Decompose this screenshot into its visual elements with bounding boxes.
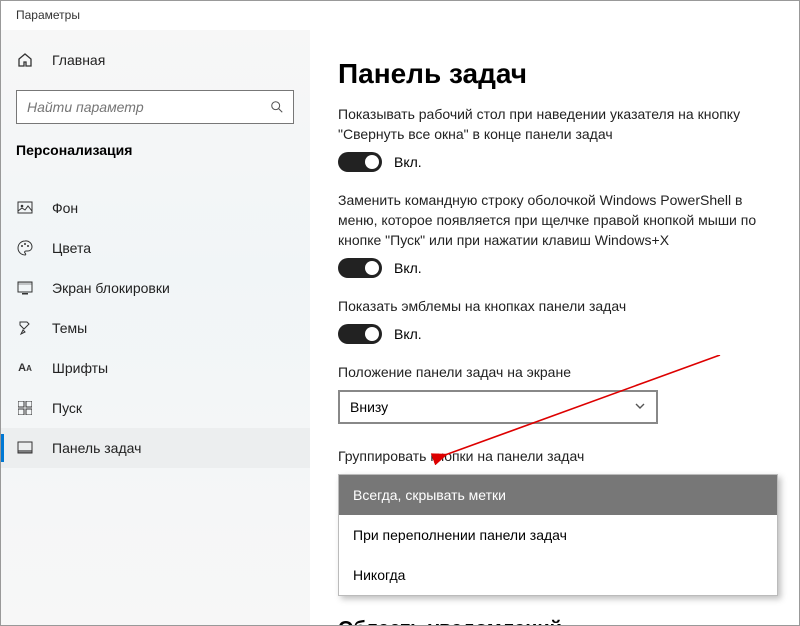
sidebar-item-label: Панель задач xyxy=(52,440,141,456)
start-icon xyxy=(16,399,34,417)
search-box[interactable] xyxy=(16,90,294,124)
chevron-down-icon xyxy=(634,399,646,415)
toggle-badges-state: Вкл. xyxy=(394,326,422,342)
page-title: Панель задач xyxy=(338,58,772,90)
setting-powershell-row: Вкл. xyxy=(338,258,772,278)
sidebar-item-label: Пуск xyxy=(52,400,82,416)
toggle-powershell-state: Вкл. xyxy=(394,260,422,276)
toggle-powershell[interactable] xyxy=(338,258,382,278)
dropdown-option-never[interactable]: Никогда xyxy=(339,555,777,595)
window-title: Параметры xyxy=(16,8,80,22)
palette-icon xyxy=(16,239,34,257)
picture-icon xyxy=(16,199,34,217)
sidebar-item-fonts[interactable]: AA Шрифты xyxy=(0,348,310,388)
toggle-badges[interactable] xyxy=(338,324,382,344)
sidebar-section-heading: Персонализация xyxy=(0,142,310,170)
combo-value: Внизу xyxy=(350,399,388,415)
group-buttons-dropdown: Всегда, скрывать метки При переполнении … xyxy=(338,474,778,596)
main-pane: Панель задач Показывать рабочий стол при… xyxy=(310,30,800,626)
window-title-bar: Параметры xyxy=(0,0,800,30)
sidebar-item-label: Шрифты xyxy=(52,360,108,376)
lockscreen-icon xyxy=(16,279,34,297)
fonts-icon: AA xyxy=(16,359,34,377)
taskbar-position-combo[interactable]: Внизу xyxy=(338,390,658,424)
sidebar-item-background[interactable]: Фон xyxy=(0,188,310,228)
sidebar-item-label: Экран блокировки xyxy=(52,280,170,296)
sidebar: Главная Персонализация Фон Цвета xyxy=(0,30,310,626)
sidebar-item-colors[interactable]: Цвета xyxy=(0,228,310,268)
setting-badges-label: Показать эмблемы на кнопках панели задач xyxy=(338,296,768,316)
sidebar-item-label: Фон xyxy=(52,200,78,216)
sidebar-home[interactable]: Главная xyxy=(0,40,310,80)
setting-peek-label: Показывать рабочий стол при наведении ук… xyxy=(338,104,768,144)
search-input[interactable] xyxy=(17,99,261,115)
group-buttons-label: Группировать кнопки на панели задач xyxy=(338,446,768,466)
sidebar-item-start[interactable]: Пуск xyxy=(0,388,310,428)
notification-area-heading: Область уведомлений xyxy=(338,618,772,626)
search-container xyxy=(16,90,294,124)
dropdown-option-when-full[interactable]: При переполнении панели задач xyxy=(339,515,777,555)
search-icon xyxy=(261,100,293,114)
home-icon xyxy=(16,51,34,69)
setting-badges-row: Вкл. xyxy=(338,324,772,344)
sidebar-item-themes[interactable]: Темы xyxy=(0,308,310,348)
dropdown-list: Всегда, скрывать метки При переполнении … xyxy=(338,474,778,596)
sidebar-item-taskbar[interactable]: Панель задач xyxy=(0,428,310,468)
sidebar-home-label: Главная xyxy=(52,52,105,68)
sidebar-item-label: Темы xyxy=(52,320,87,336)
toggle-peek-state: Вкл. xyxy=(394,154,422,170)
toggle-peek[interactable] xyxy=(338,152,382,172)
themes-icon xyxy=(16,319,34,337)
taskbar-position-label: Положение панели задач на экране xyxy=(338,362,768,382)
sidebar-item-label: Цвета xyxy=(52,240,91,256)
dropdown-option-always-hide[interactable]: Всегда, скрывать метки xyxy=(339,475,777,515)
taskbar-icon xyxy=(16,439,34,457)
sidebar-item-lockscreen[interactable]: Экран блокировки xyxy=(0,268,310,308)
content-area: Главная Персонализация Фон Цвета xyxy=(0,30,800,626)
setting-peek-row: Вкл. xyxy=(338,152,772,172)
setting-powershell-label: Заменить командную строку оболочкой Wind… xyxy=(338,190,768,250)
